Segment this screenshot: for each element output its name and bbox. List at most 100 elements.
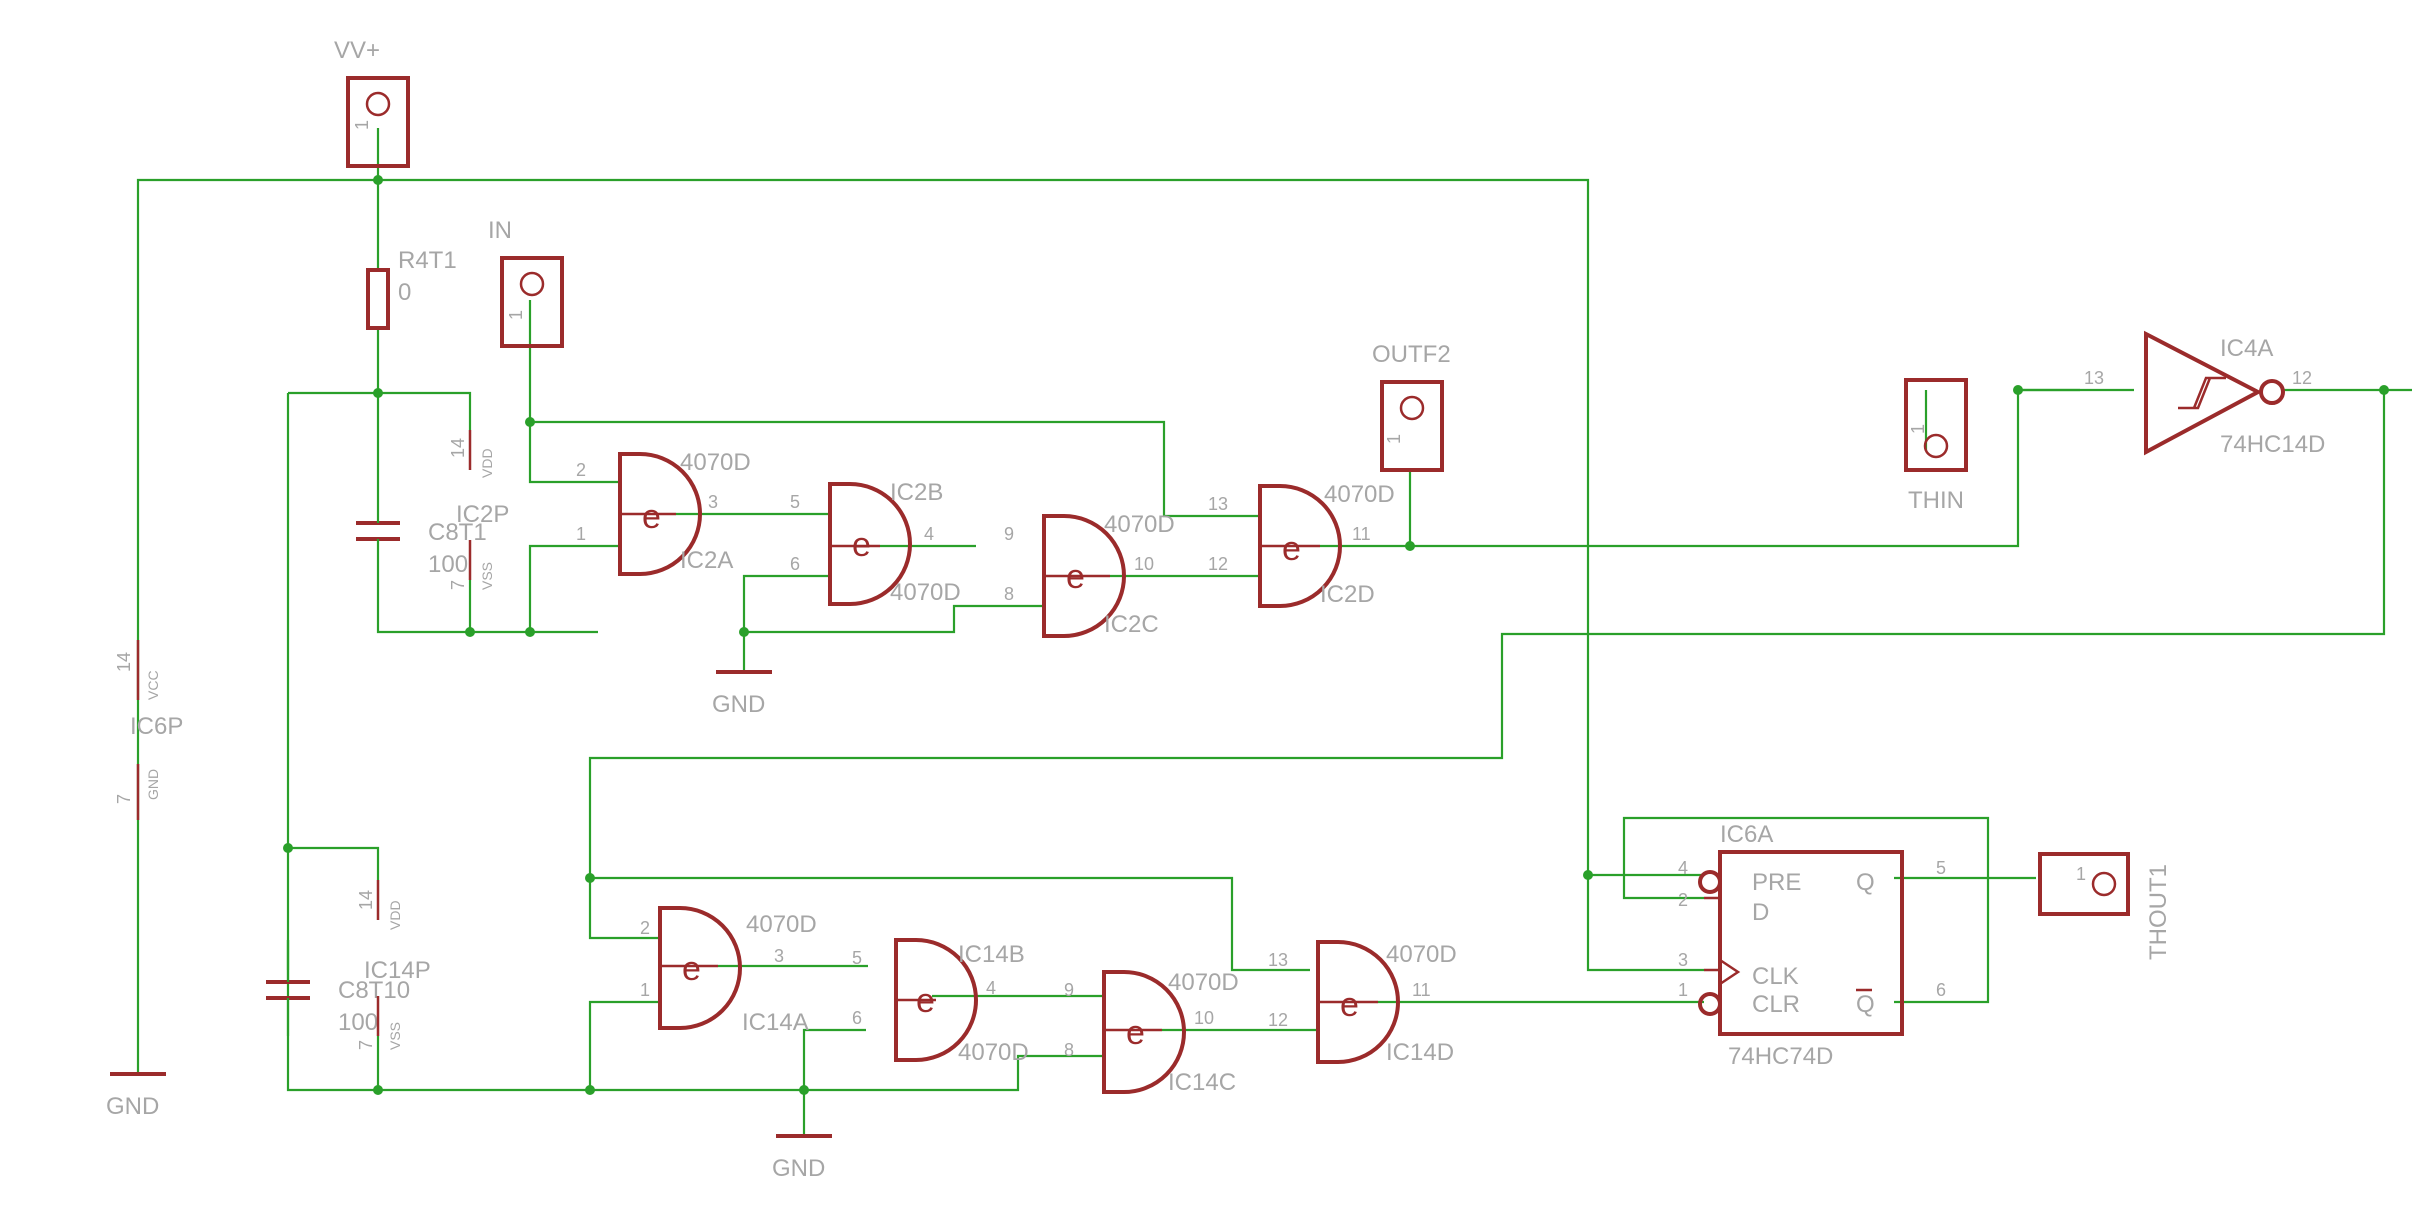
ic14p-pin7: 7	[356, 1040, 376, 1050]
ic14d-type: 4070D	[1386, 941, 1457, 968]
ic14a-label: IC14A	[742, 1009, 809, 1036]
ic6p-vcc: VCC	[145, 670, 161, 700]
xor-gate-ic14a: e 4070D IC14A 2 1 3	[640, 906, 817, 1036]
xor-gate-ic2b: e IC2B 5 6 4 4070D	[790, 479, 961, 606]
schmitt-type: 74HC14D	[2220, 431, 2325, 458]
pin: 3	[774, 946, 784, 966]
ic14p-vss: VSS	[387, 1022, 403, 1050]
pin: 6	[852, 1008, 862, 1028]
gate-symbol: e	[1340, 986, 1359, 1024]
pin: 9	[1004, 524, 1014, 544]
schmitt-out-pin: 12	[2292, 368, 2312, 388]
ic2b-label: IC2B	[890, 479, 943, 506]
flipflop-pin-qbar: 6	[1936, 980, 1946, 1000]
pin: 13	[1268, 950, 1288, 970]
in-label: IN	[488, 217, 512, 244]
gate-symbol: e	[1126, 1014, 1145, 1052]
pin: 2	[640, 918, 650, 938]
resistor-name: R4T1	[398, 247, 457, 274]
pin: 12	[1268, 1010, 1288, 1030]
ic14p-pin14: 14	[356, 890, 376, 910]
in-connector: 1 IN	[488, 217, 564, 348]
schmitt-in-pin: 13	[2084, 368, 2104, 388]
ic2c-type: 4070D	[1104, 511, 1175, 538]
xor-gate-ic2a: e 4070D IC2A 2 1 3	[576, 449, 751, 576]
thin-connector: 1 THIN	[1904, 378, 1968, 514]
cap2-value: 100	[338, 1009, 378, 1036]
ic2c-label: IC2C	[1104, 611, 1159, 638]
flipflop-clr: CLR	[1752, 991, 1800, 1018]
thin-label: THIN	[1908, 487, 1964, 514]
ic2d-type: 4070D	[1324, 481, 1395, 508]
flipflop-pin-pre: 4	[1678, 858, 1688, 878]
ic2b-type: 4070D	[890, 579, 961, 606]
ic6p-gnd: GND	[145, 769, 161, 800]
schematic-diagram: 1 VV+ 1 IN 1 OUTF2 1 THIN 1 THOUT1 R4T1 …	[106, 37, 2412, 1182]
pin: 6	[790, 554, 800, 574]
ic14p-label: IC14P	[364, 957, 431, 984]
ic14b-label: IC14B	[958, 941, 1025, 968]
flipflop-ic6a: IC6A 74HC74D PRE D CLK CLR Q Q 4 2 3 1 5…	[1678, 821, 1946, 1070]
gate-symbol: e	[852, 526, 871, 564]
in-pin-label: 1	[506, 310, 526, 320]
pin: 4	[924, 524, 934, 544]
pin: 11	[1412, 980, 1431, 1000]
schmitt-name: IC4A	[2220, 335, 2273, 362]
pin: 3	[708, 492, 718, 512]
flipflop-q: Q	[1856, 869, 1875, 896]
thin-pin-label: 1	[1908, 424, 1928, 434]
flipflop-clk: CLK	[1752, 963, 1799, 990]
thout1-pin-label: 1	[2076, 864, 2086, 884]
gnd-label-upper: GND	[712, 691, 765, 718]
ic6p-power: VCC 14 GND 7 IC6P	[114, 640, 183, 820]
flipflop-pin-d: 2	[1678, 890, 1688, 910]
pin: 1	[576, 524, 586, 544]
flipflop-qbar: Q	[1856, 991, 1875, 1018]
ic2p-vss: VSS	[479, 562, 495, 590]
gate-symbol: e	[916, 982, 935, 1020]
flipflop-pre: PRE	[1752, 869, 1801, 896]
ic6p-pin7: 7	[114, 794, 134, 804]
ic14c-type: 4070D	[1168, 969, 1239, 996]
resistor-r4t1: R4T1 0	[366, 247, 457, 330]
pin: 8	[1064, 1040, 1074, 1060]
pin: 2	[576, 460, 586, 480]
schmitt-inverter-ic4a: IC4A 74HC14D 13 12	[2084, 330, 2325, 458]
xor-gate-ic14c: e 4070D IC14C 9 8 10 4070D	[958, 969, 1239, 1096]
xor-gate-ic2d: e 4070D IC2D 13 12 11	[1208, 481, 1395, 608]
ic2p-label: IC2P	[456, 501, 509, 528]
flipflop-pin-q: 5	[1936, 858, 1946, 878]
gnd-label-left: GND	[106, 1093, 159, 1120]
gate-symbol: e	[642, 498, 661, 536]
ic2a-label: IC2A	[680, 547, 733, 574]
flipflop-d: D	[1752, 899, 1769, 926]
ic2p-pin14: 14	[448, 438, 468, 458]
ic14c-label: IC14C	[1168, 1069, 1236, 1096]
pin: 5	[790, 492, 800, 512]
outf2-connector: 1 OUTF2	[1372, 341, 1451, 472]
xor-gate-ic2c: e 4070D IC2C 9 8 10	[1004, 511, 1175, 638]
thout1-connector: 1 THOUT1	[2038, 852, 2172, 960]
flipflop-type: 74HC74D	[1728, 1043, 1833, 1070]
pin: 13	[1208, 494, 1228, 514]
ic14p-vdd: VDD	[387, 900, 403, 930]
ic6p-label: IC6P	[130, 713, 183, 740]
wires	[136, 128, 2412, 1136]
flipflop-pin-clk: 3	[1678, 950, 1688, 970]
gate-symbol: e	[682, 950, 701, 988]
ic14d-label: IC14D	[1386, 1039, 1454, 1066]
cap1-value: 100	[428, 551, 468, 578]
gate-symbol: e	[1282, 530, 1301, 568]
resistor-value: 0	[398, 279, 411, 306]
ic2d-label: IC2D	[1320, 581, 1375, 608]
pin: 12	[1208, 554, 1228, 574]
flipflop-name: IC6A	[1720, 821, 1773, 848]
ic2p-vdd: VDD	[479, 448, 495, 478]
thout1-label: THOUT1	[2145, 864, 2172, 960]
pin: 10	[1134, 554, 1154, 574]
ic6p-pin14: 14	[114, 652, 134, 672]
gnd-label-lower: GND	[772, 1155, 825, 1182]
pin: 4	[986, 978, 996, 998]
pin: 9	[1064, 980, 1074, 1000]
vv-pin-label: 1	[352, 120, 372, 130]
